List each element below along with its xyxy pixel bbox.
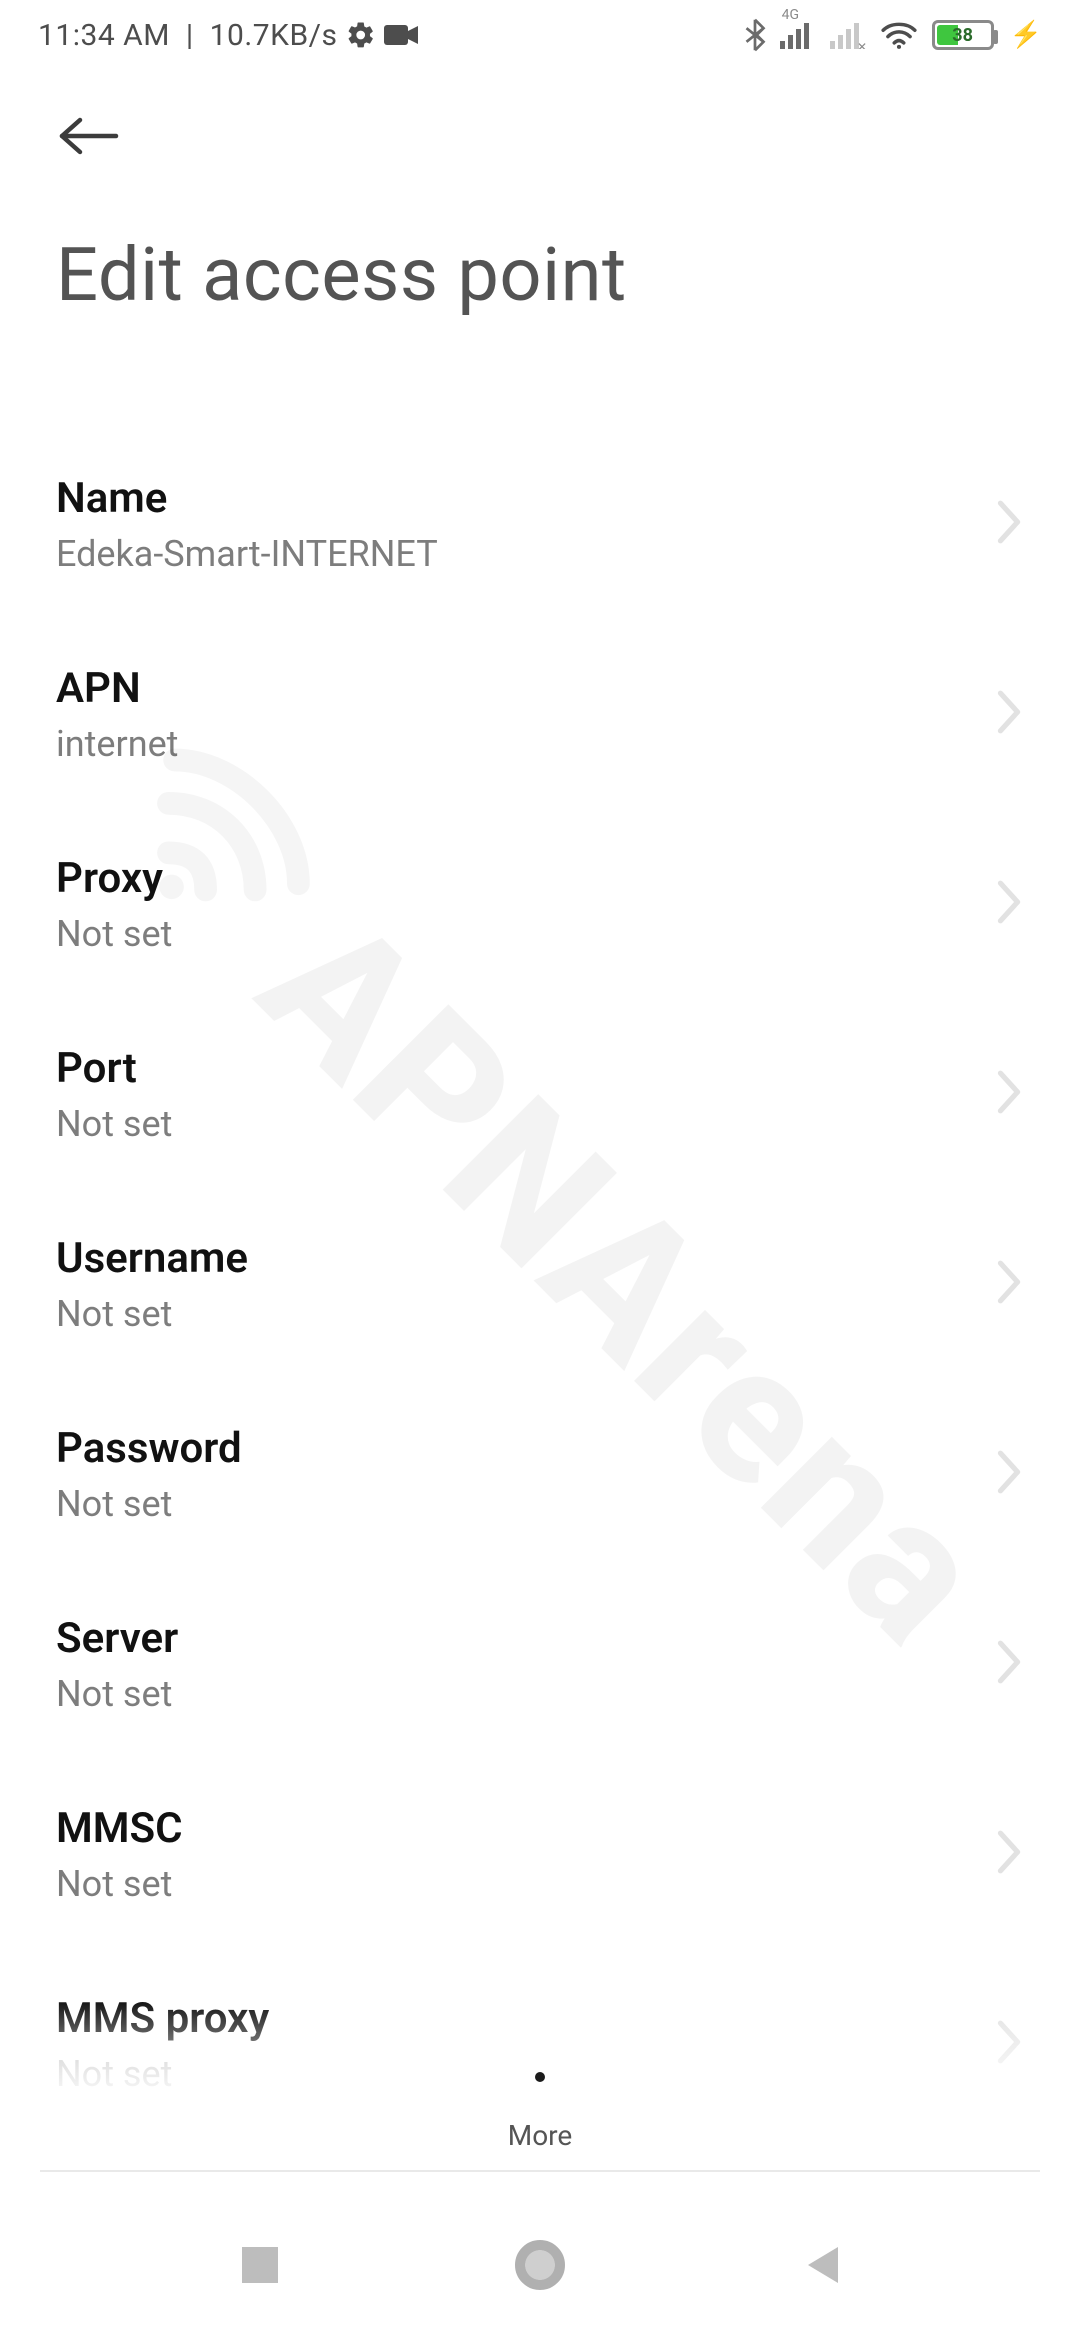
triangle-left-icon xyxy=(800,2243,840,2287)
battery-icon: 38 xyxy=(932,20,994,50)
settings-list: Name Edeka-Smart-INTERNET APN internet Proxy… xyxy=(0,429,1080,2139)
back-button[interactable] xyxy=(56,100,128,172)
more-icon xyxy=(535,2072,545,2082)
setting-value: Not set xyxy=(56,1103,172,1145)
battery-percent: 38 xyxy=(935,23,991,47)
status-right: 4G ✕ 38 ⚡ xyxy=(744,18,1042,52)
signal-4g-label: 4G xyxy=(782,7,799,23)
status-time: 11:34 AM xyxy=(38,18,170,53)
nav-home-button[interactable] xyxy=(510,2235,570,2295)
signal-nosim-icon: ✕ xyxy=(830,21,866,49)
chevron-right-icon xyxy=(994,1828,1024,1880)
setting-row-texts: APN internet xyxy=(56,664,178,765)
setting-value: Not set xyxy=(56,913,172,955)
circle-icon xyxy=(515,2240,565,2290)
arrow-left-icon xyxy=(56,116,122,156)
wifi-icon xyxy=(880,20,918,50)
status-left: 11:34 AM | 10.7KB/s xyxy=(38,18,418,53)
charging-icon: ⚡ xyxy=(1010,20,1042,50)
gear-icon xyxy=(346,20,376,50)
setting-value: Edeka-Smart-INTERNET xyxy=(56,533,438,575)
setting-row-password[interactable]: Password Not set xyxy=(0,1379,1080,1569)
chevron-right-icon xyxy=(994,1068,1024,1120)
chevron-right-icon xyxy=(994,688,1024,740)
svg-text:✕: ✕ xyxy=(857,40,866,49)
status-net-speed: 10.7KB/s xyxy=(210,18,338,53)
more-button[interactable] xyxy=(512,2049,568,2105)
signal-4g-icon: 4G xyxy=(780,21,816,49)
chevron-right-icon xyxy=(994,878,1024,930)
bottom-action-bar: More xyxy=(0,2047,1080,2152)
header: Edit access point xyxy=(0,70,1080,319)
setting-row-server[interactable]: Server Not set xyxy=(0,1569,1080,1759)
setting-row-texts: Port Not set xyxy=(56,1044,172,1145)
setting-label: Port xyxy=(56,1044,172,1093)
setting-label: Proxy xyxy=(56,854,172,903)
more-label: More xyxy=(508,2119,573,2152)
setting-label: Name xyxy=(56,474,438,523)
setting-row-texts: Username Not set xyxy=(56,1234,248,1335)
square-icon xyxy=(242,2247,278,2283)
setting-label: MMS proxy xyxy=(56,1994,269,2043)
setting-row-username[interactable]: Username Not set xyxy=(0,1189,1080,1379)
chevron-right-icon xyxy=(994,498,1024,550)
status-separator: | xyxy=(178,18,202,53)
nav-recent-button[interactable] xyxy=(230,2235,290,2295)
bottom-divider xyxy=(40,2170,1040,2172)
setting-label: Server xyxy=(56,1614,178,1663)
chevron-right-icon xyxy=(994,1638,1024,1690)
setting-row-apn[interactable]: APN internet xyxy=(0,619,1080,809)
setting-value: internet xyxy=(56,723,178,765)
setting-row-proxy[interactable]: Proxy Not set xyxy=(0,809,1080,999)
nav-back-button[interactable] xyxy=(790,2235,850,2295)
setting-value: Not set xyxy=(56,1483,242,1525)
setting-label: APN xyxy=(56,664,178,713)
setting-row-texts: Proxy Not set xyxy=(56,854,172,955)
page-title: Edit access point xyxy=(56,232,1024,319)
chevron-right-icon xyxy=(994,1448,1024,1500)
setting-row-texts: Server Not set xyxy=(56,1614,178,1715)
setting-row-mmsc[interactable]: MMSC Not set xyxy=(0,1759,1080,1949)
setting-row-texts: Password Not set xyxy=(56,1424,242,1525)
camera-icon xyxy=(384,23,418,47)
bluetooth-icon xyxy=(744,18,766,52)
setting-row-texts: MMSC Not set xyxy=(56,1804,183,1905)
setting-row-texts: Name Edeka-Smart-INTERNET xyxy=(56,474,438,575)
setting-value: Not set xyxy=(56,1293,248,1335)
setting-label: Username xyxy=(56,1234,248,1283)
status-bar: 11:34 AM | 10.7KB/s 4G ✕ 38 ⚡ xyxy=(0,0,1080,70)
setting-row-name[interactable]: Name Edeka-Smart-INTERNET xyxy=(0,429,1080,619)
setting-row-port[interactable]: Port Not set xyxy=(0,999,1080,1189)
android-nav-bar xyxy=(0,2190,1080,2340)
setting-value: Not set xyxy=(56,1863,183,1905)
setting-value: Not set xyxy=(56,1673,178,1715)
chevron-right-icon xyxy=(994,1258,1024,1310)
setting-label: MMSC xyxy=(56,1804,183,1853)
setting-label: Password xyxy=(56,1424,242,1473)
